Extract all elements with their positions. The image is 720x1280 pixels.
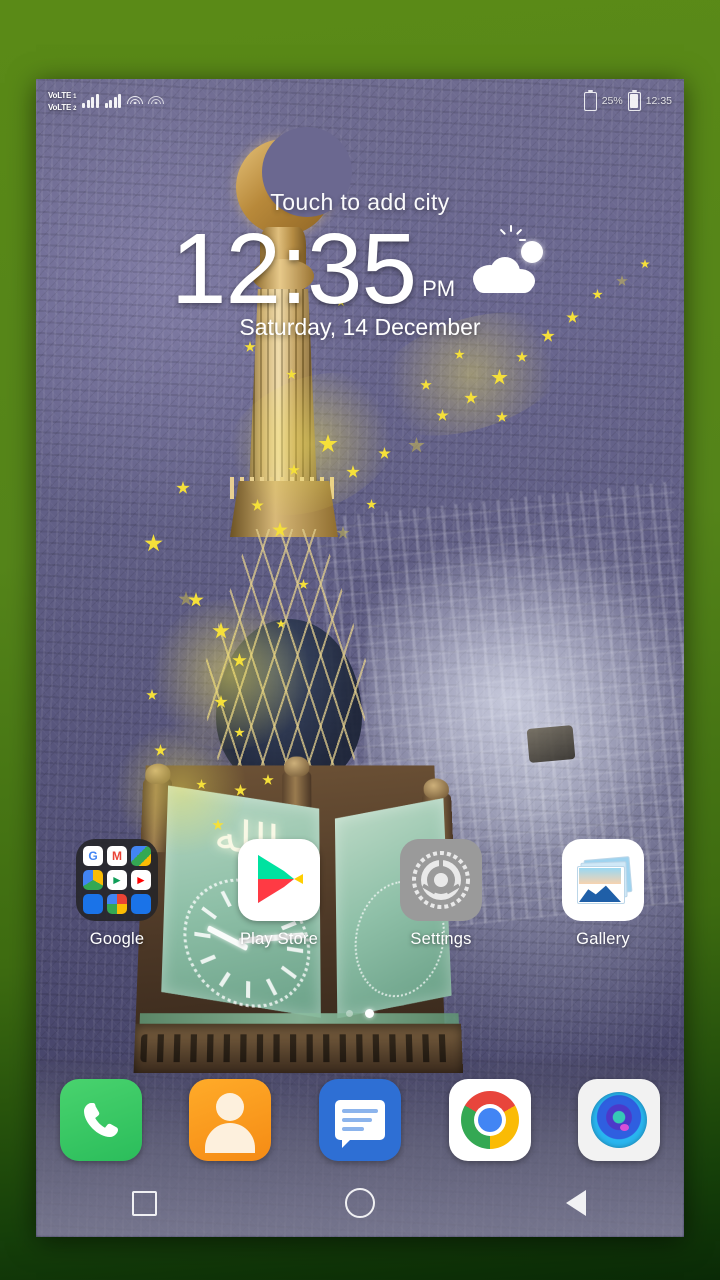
app-label-google: Google xyxy=(89,930,145,948)
mini-icon-keep xyxy=(131,894,151,914)
chat-bubble-icon xyxy=(334,1100,385,1148)
time-row: 12:35 PM xyxy=(36,218,684,320)
status-bar[interactable]: VoLTE 1 VoLTE 2 25% 12:35 xyxy=(36,79,684,123)
dock-chrome-icon[interactable] xyxy=(448,1079,531,1161)
mini-icon-google: G xyxy=(83,846,103,866)
app-label-settings: Settings xyxy=(410,930,472,948)
page-dot-1[interactable] xyxy=(346,1010,353,1017)
partly-cloudy-icon[interactable] xyxy=(471,225,549,299)
app-gallery[interactable]: Gallery xyxy=(543,839,663,949)
play-triangle-icon xyxy=(258,855,303,903)
recents-button[interactable] xyxy=(112,1181,176,1225)
signal-bars-icon xyxy=(82,94,99,108)
mini-icon-drive xyxy=(83,870,103,890)
navigation-bar xyxy=(36,1169,684,1237)
google-folder-icon[interactable]: G M ► ► xyxy=(76,839,158,921)
mini-icon-play: ► xyxy=(107,870,127,890)
handset-icon xyxy=(83,1103,118,1137)
battery-icon-sim1 xyxy=(583,89,597,111)
battery-icon xyxy=(627,89,641,111)
clock-date: Saturday, 14 December xyxy=(239,314,481,340)
app-google-folder[interactable]: G M ► ► Google xyxy=(57,839,177,949)
volte-sim2-label: VoLTE xyxy=(48,102,72,112)
outer-green-frame: الله VoLTE 1 VoLTE 2 25% 12:35 Touch to … xyxy=(0,0,720,1280)
signal-bars-icon-sim2 xyxy=(104,94,122,108)
add-city-label[interactable]: Touch to add city xyxy=(36,189,684,216)
app-label-gallery: Gallery xyxy=(576,930,630,948)
triangle-back-icon xyxy=(566,1190,586,1216)
square-recents-icon xyxy=(131,1190,157,1216)
settings-gear-icon[interactable] xyxy=(400,839,482,921)
gear-icon xyxy=(412,851,470,909)
bluetooth-icon xyxy=(147,95,164,107)
play-store-tile xyxy=(238,839,320,921)
status-bar-right: 25% 12:35 xyxy=(583,89,672,111)
app-grid: G M ► ► Google Play Store Settings Galle… xyxy=(36,839,684,949)
cloud-icon xyxy=(473,257,536,293)
clock-time: 12:35 xyxy=(170,213,417,325)
app-settings[interactable]: Settings xyxy=(381,839,501,949)
mini-icon-photos xyxy=(107,894,127,914)
wallpaper-kaaba xyxy=(526,725,576,763)
mini-icon-gmail: M xyxy=(107,846,127,866)
status-bar-clock: 12:35 xyxy=(645,95,672,107)
gallery-photos-icon[interactable] xyxy=(562,839,644,921)
back-button[interactable] xyxy=(544,1181,608,1225)
dock xyxy=(36,1079,684,1161)
tower-base-arches xyxy=(140,1034,453,1063)
circle-home-icon xyxy=(345,1188,375,1218)
dock-messages-icon[interactable] xyxy=(318,1079,401,1161)
mini-icon-duo xyxy=(83,894,103,914)
wifi-icon xyxy=(126,95,143,107)
volte-sim1-number: 1 xyxy=(73,93,77,100)
gallery-tile xyxy=(562,839,644,921)
camera-lens-icon xyxy=(591,1092,648,1148)
dock-phone-icon[interactable] xyxy=(59,1079,142,1161)
app-label-play-store: Play Store xyxy=(239,930,319,948)
page-indicator[interactable] xyxy=(36,1009,684,1018)
person-body-icon xyxy=(205,1123,256,1153)
volte-sim2-number: 2 xyxy=(73,105,77,112)
folder-preview: G M ► ► xyxy=(76,839,158,921)
dock-camera-icon[interactable] xyxy=(578,1079,661,1161)
battery-percent: 25% xyxy=(601,95,623,107)
mini-icon-youtube: ► xyxy=(131,870,151,890)
person-head-icon xyxy=(216,1093,245,1121)
settings-tile xyxy=(400,839,482,921)
volte-indicators: VoLTE 1 VoLTE 2 xyxy=(48,90,77,112)
dock-contacts-icon[interactable] xyxy=(189,1079,272,1161)
volte-sim2-icon: VoLTE 2 xyxy=(48,102,77,112)
play-store-icon[interactable] xyxy=(238,839,320,921)
phone-screen: الله VoLTE 1 VoLTE 2 25% 12:35 Touch to … xyxy=(36,79,684,1237)
mini-icon-maps xyxy=(131,846,151,866)
status-bar-left: VoLTE 1 VoLTE 2 xyxy=(48,90,164,112)
app-play-store[interactable]: Play Store xyxy=(219,839,339,949)
volte-sim1-icon: VoLTE 1 xyxy=(48,90,77,100)
page-dot-2-active[interactable] xyxy=(365,1009,374,1018)
home-button[interactable] xyxy=(328,1181,392,1225)
volte-sim1-label: VoLTE xyxy=(48,90,72,100)
clock-weather-widget[interactable]: Touch to add city 12:35 PM Saturday, 14 … xyxy=(36,189,684,341)
chrome-logo-icon xyxy=(460,1091,519,1149)
photo-stack-icon xyxy=(577,856,633,904)
